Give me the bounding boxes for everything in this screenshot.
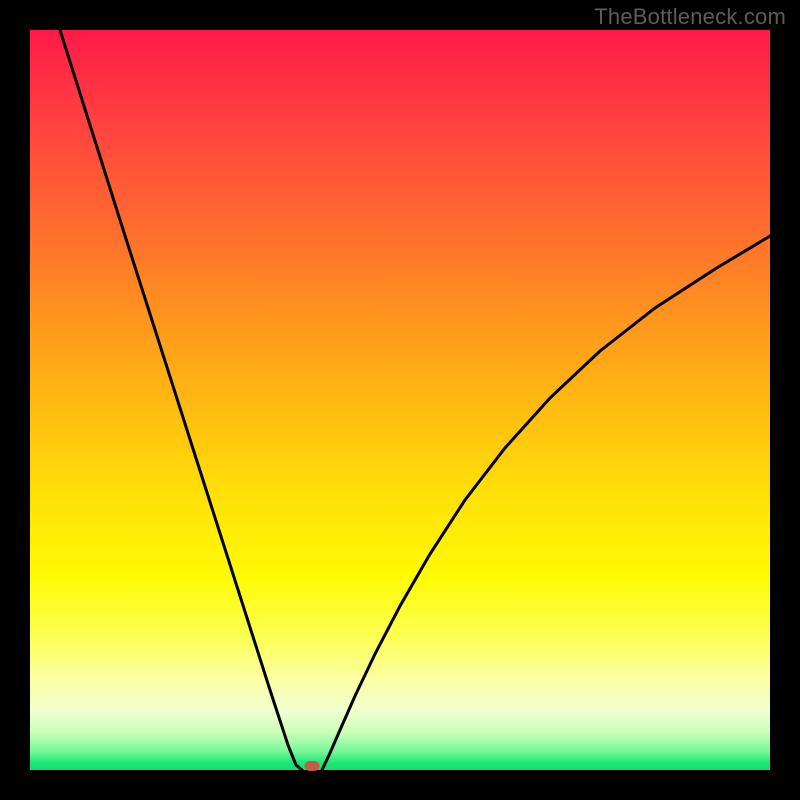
curve-left-branch: [60, 30, 302, 770]
chart-frame: TheBottleneck.com: [0, 0, 800, 800]
bottleneck-marker: [305, 761, 320, 771]
curve-right-branch: [322, 236, 770, 770]
plot-area: [30, 30, 770, 770]
watermark-text: TheBottleneck.com: [594, 4, 786, 30]
bottleneck-curve: [30, 30, 770, 770]
